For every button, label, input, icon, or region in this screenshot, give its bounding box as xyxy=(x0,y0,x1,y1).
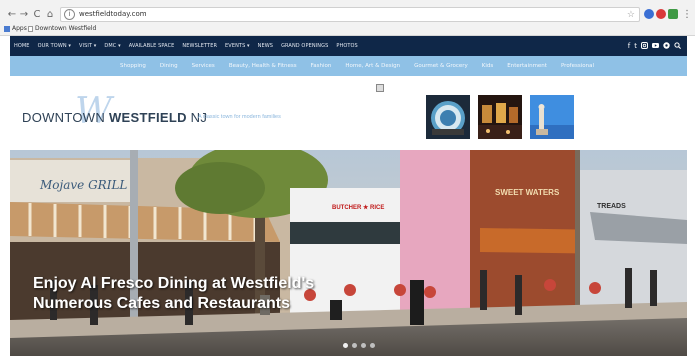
category-navigation: Shopping Dining Services Beauty, Health … xyxy=(10,56,687,76)
thumbnail-3[interactable] xyxy=(530,95,574,139)
bookmark-downtown-westfield-label: Downtown Westfield xyxy=(35,25,97,32)
extension-icon-green[interactable] xyxy=(668,9,678,19)
sign-mojave-grill: Mojave GRILL xyxy=(40,178,128,192)
bookmark-apps-label: Apps xyxy=(12,25,27,32)
sign-butcher: BUTCHER ★ RICE xyxy=(332,205,385,211)
reload-icon[interactable]: C xyxy=(31,9,43,21)
logo-prefix: DOWNTOWN xyxy=(22,110,109,125)
thumbnail-1[interactable] xyxy=(426,95,470,139)
site-header: W DOWNTOWN WESTFIELD NJ A classic town f… xyxy=(10,76,687,150)
topnav-item-events[interactable]: EVENTS ▾ xyxy=(225,43,250,49)
category-gourmet-grocery[interactable]: Gourmet & Grocery xyxy=(414,63,468,69)
browser-chrome: ← → C ⌂ i westfieldtoday.com ☆ ⋮ Apps Do… xyxy=(0,0,695,36)
slider-dot-1[interactable] xyxy=(343,343,348,348)
browser-window: ← → C ⌂ i westfieldtoday.com ☆ ⋮ Apps Do… xyxy=(0,0,695,356)
sign-sweet-waters: SWEET WATERS xyxy=(495,188,560,197)
hero-slider[interactable]: Mojave GRILL BUTCHER ★ RICE SWEET WATERS… xyxy=(10,150,687,356)
topnav-item-home[interactable]: HOME xyxy=(14,43,30,49)
category-professional[interactable]: Professional xyxy=(561,63,594,69)
bookmark-star-icon[interactable]: ☆ xyxy=(627,9,635,20)
site-logo[interactable]: DOWNTOWN WESTFIELD NJ xyxy=(22,110,207,125)
menu-icon[interactable]: ⋮ xyxy=(681,9,693,21)
topnav-item-newsletter[interactable]: NEWSLETTER xyxy=(182,43,217,49)
extension-icon-red[interactable] xyxy=(656,9,666,19)
category-beauty-health-fitness[interactable]: Beauty, Health & Fitness xyxy=(229,63,297,69)
logo-bold: WESTFIELD xyxy=(108,110,187,125)
address-bar[interactable]: i westfieldtoday.com ☆ xyxy=(60,7,640,22)
category-shopping[interactable]: Shopping xyxy=(120,63,146,69)
address-url: westfieldtoday.com xyxy=(79,10,147,18)
search-icon[interactable] xyxy=(674,41,681,51)
slider-dot-4[interactable] xyxy=(370,343,375,348)
apps-icon xyxy=(4,25,10,32)
site-tagline: A classic town for modern families xyxy=(198,114,281,120)
topnav-item-grand-openings[interactable]: GRAND OPENINGS xyxy=(281,43,328,49)
extension-icon-blue[interactable] xyxy=(644,9,654,19)
bookmark-downtown-westfield[interactable]: Downtown Westfield xyxy=(28,25,96,32)
topnav-item-our-town[interactable]: OUR TOWN ▾ xyxy=(38,43,71,49)
category-entertainment[interactable]: Entertainment xyxy=(507,63,547,69)
site-info-icon[interactable]: i xyxy=(64,9,75,20)
slider-dot-2[interactable] xyxy=(352,343,357,348)
bookmark-apps[interactable]: Apps xyxy=(4,25,27,32)
youtube-icon[interactable] xyxy=(652,42,659,51)
topnav-item-photos[interactable]: PHOTOS xyxy=(336,43,357,49)
back-icon[interactable]: ← xyxy=(6,9,18,21)
slider-dot-3[interactable] xyxy=(361,343,366,348)
social-icon[interactable] xyxy=(663,41,670,51)
twitter-icon[interactable]: t xyxy=(634,42,637,50)
sign-treads: TREADS xyxy=(597,203,626,210)
category-home-art-design[interactable]: Home, Art & Design xyxy=(345,63,400,69)
facebook-icon[interactable]: f xyxy=(628,42,630,50)
thumbnail-2[interactable] xyxy=(478,95,522,139)
top-navigation: HOME OUR TOWN ▾ VISIT ▾ DMC ▾ AVAILABLE … xyxy=(10,36,687,56)
topnav-item-news[interactable]: NEWS xyxy=(258,43,273,49)
category-kids[interactable]: Kids xyxy=(482,63,494,69)
image-placeholder-icon xyxy=(376,84,384,92)
category-services[interactable]: Services xyxy=(192,63,215,69)
slider-dots xyxy=(343,343,375,348)
topnav-item-available-space[interactable]: AVAILABLE SPACE xyxy=(129,43,175,49)
hero-caption[interactable]: Enjoy Al Fresco Dining at Westfield's Nu… xyxy=(33,274,333,314)
instagram-icon[interactable] xyxy=(641,41,648,51)
bookmarks-bar: Apps Downtown Westfield xyxy=(0,24,695,35)
topnav-item-dmc[interactable]: DMC ▾ xyxy=(104,43,120,49)
forward-icon[interactable]: → xyxy=(18,9,30,21)
topnav-item-visit[interactable]: VISIT ▾ xyxy=(79,43,96,49)
category-fashion[interactable]: Fashion xyxy=(311,63,332,69)
home-icon[interactable]: ⌂ xyxy=(44,9,56,21)
page-icon xyxy=(28,25,33,32)
category-dining[interactable]: Dining xyxy=(160,63,178,69)
